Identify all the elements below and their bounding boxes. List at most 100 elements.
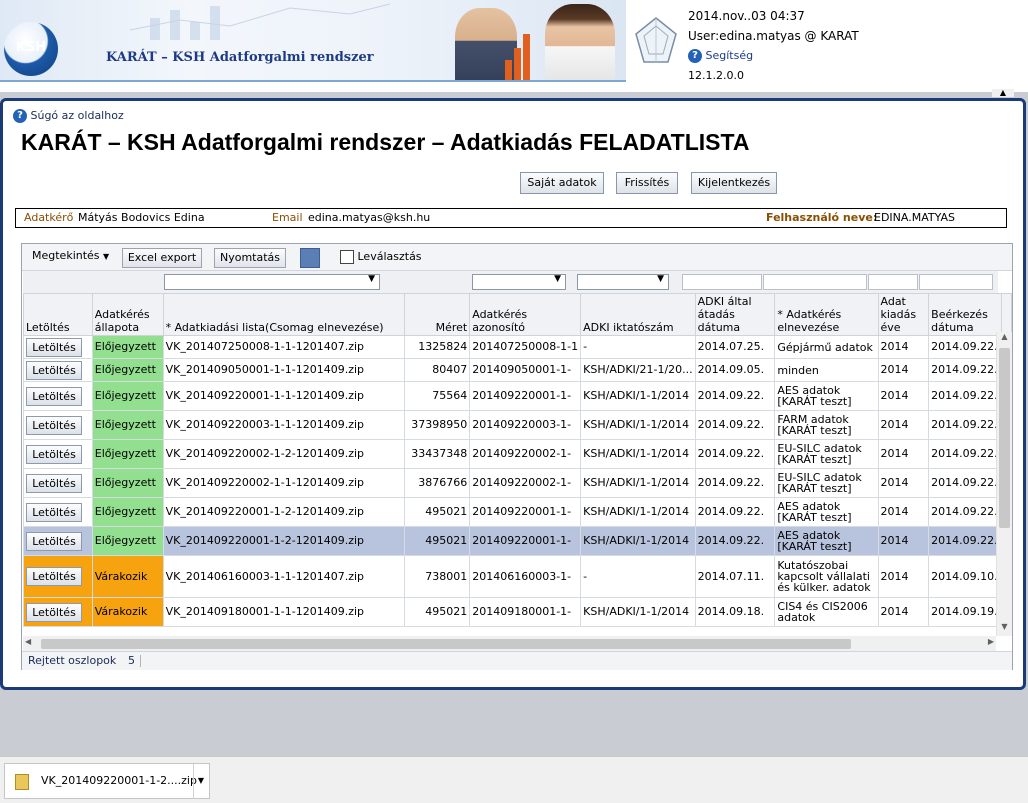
view-menu[interactable]: Megtekintés ▼ [32, 249, 109, 262]
download-button[interactable]: Letöltés [26, 337, 82, 357]
excel-export-button[interactable]: Excel export [122, 248, 202, 268]
download-cell: Letöltés [23, 358, 93, 382]
handover-cell: 2014.09.22. [694, 497, 776, 527]
handover-cell: 2014.07.11. [694, 555, 776, 598]
request-id-cell: 201409220001-1- [469, 526, 582, 556]
detach-button[interactable]: Leválasztás [340, 250, 422, 264]
download-button[interactable]: Letöltés [26, 531, 82, 551]
scroll-up-arrow-icon[interactable]: ▲ [992, 89, 1014, 97]
adki-cell: KSH/ADKI/1-1/2014 [580, 439, 696, 469]
handover-filter-input[interactable] [682, 274, 762, 290]
table-header-row: Letöltés Adatkérés állapota * Adatkiadás… [23, 293, 1012, 336]
col-header-status[interactable]: Adatkérés állapota [91, 293, 164, 336]
requester-value: Mátyás Bodovics Edina [78, 211, 205, 224]
arrival-cell: 2014.09.22. [928, 410, 1003, 440]
request-id-filter-select[interactable]: ▼ [472, 274, 566, 290]
adki-cell: KSH/ADKI/1-1/2014 [580, 597, 696, 627]
download-menu-chevron-icon[interactable]: ▼ [193, 764, 208, 798]
hidden-columns-count[interactable]: 5 [128, 652, 135, 670]
request-name-cell: Kutatószobai kapcsolt vállalati és külke… [774, 555, 879, 598]
banner-title: KARÁT – KSH Adatforgalmi rendszer [106, 50, 374, 65]
size-cell: 495021 [404, 597, 471, 627]
handover-cell: 2014.07.25. [694, 335, 776, 359]
download-button[interactable]: Letöltés [26, 473, 82, 493]
adki-cell: KSH/ADKI/1-1/2014 [580, 526, 696, 556]
package-cell: VK_201409220002-1-2-1201409.zip [162, 439, 406, 469]
logout-button[interactable]: Kijelentkezés [691, 172, 777, 194]
status-cell: Várakozik [91, 597, 164, 627]
download-button[interactable]: Letöltés [26, 415, 82, 435]
banner: KSH KARÁT – KSH Adatforgalmi rendszer [0, 0, 626, 82]
adki-cell: KSH/ADKI/21-1/20... [580, 358, 696, 382]
package-cell: VK_201409220002-1-1-1201409.zip [162, 468, 406, 498]
arrival-cell: 2014.09.22. [928, 497, 1003, 527]
year-cell: 2014 [877, 555, 930, 598]
table-row[interactable]: Letöltés Várakozik VK_201406160003-1-1-120… [23, 555, 1012, 598]
vertical-scrollbar[interactable]: ▲ ▼ [996, 332, 1012, 636]
username-value: EDINA.MATYAS [874, 211, 955, 224]
download-button[interactable]: Letöltés [26, 360, 82, 380]
adki-filter-select[interactable]: ▼ [577, 274, 669, 290]
scroll-right-icon[interactable]: ▶ [988, 637, 994, 646]
user-label: User:edina.matyas @ KARAT [688, 29, 859, 43]
freeze-columns-icon[interactable] [300, 248, 320, 268]
download-item[interactable]: VK_201409220001-1-2....zip ▼ [4, 763, 210, 799]
request-id-cell: 201409180001-1- [469, 597, 582, 627]
page-help-link[interactable]: ? Súgó az oldalhoz [13, 109, 124, 123]
download-button[interactable]: Letöltés [26, 502, 82, 522]
table-row[interactable]: Letöltés Előjegyzett VK_201409220001-1-1-1… [23, 381, 1012, 411]
package-cell: VK_201409220001-1-2-1201409.zip [162, 497, 406, 527]
col-header-request-name[interactable]: * Adatkérés elnevezése [774, 293, 879, 336]
table-row[interactable]: Letöltés Előjegyzett VK_201409050001-1-1-1… [23, 358, 1012, 382]
col-header-arrival[interactable]: Beérkezés dátuma [928, 293, 1003, 336]
package-filter-select[interactable]: ▼ [164, 274, 380, 290]
arrival-cell: 2014.09.22. [928, 526, 1003, 556]
dropdown-arrow-icon: ▼ [554, 274, 561, 284]
table-row[interactable]: Letöltés Előjegyzett VK_201409220003-1-1-1… [23, 410, 1012, 440]
col-header-request-id[interactable]: Adatkérés azonosító [469, 293, 582, 336]
arrival-cell: 2014.09.22. [928, 381, 1003, 411]
col-header-year[interactable]: Adat kiadás éve [877, 293, 930, 336]
col-header-size[interactable]: Méret [404, 293, 471, 336]
year-filter-input[interactable] [868, 274, 918, 290]
page-title: KARÁT – KSH Adatforgalmi rendszer – Adat… [21, 129, 750, 155]
download-button[interactable]: Letöltés [26, 444, 82, 464]
adki-cell: KSH/ADKI/1-1/2014 [580, 410, 696, 440]
detach-icon [340, 250, 354, 264]
table-row[interactable]: Letöltés Előjegyzett VK_201407250008-1-1-1… [23, 335, 1012, 359]
handover-cell: 2014.09.18. [694, 597, 776, 627]
request-id-cell: 201407250008-1-1 [469, 335, 582, 359]
table-row[interactable]: Letöltés Előjegyzett VK_201409220002-1-2-1… [23, 439, 1012, 469]
package-cell: VK_201406160003-1-1-1201407.zip [162, 555, 406, 598]
status-cell: Várakozik [91, 555, 164, 598]
download-button[interactable]: Letöltés [26, 567, 82, 586]
col-header-download[interactable]: Letöltés [23, 293, 93, 336]
refresh-button[interactable]: Frissítés [616, 172, 678, 194]
own-data-button[interactable]: Saját adatok [520, 172, 604, 194]
download-button[interactable]: Letöltés [26, 386, 82, 406]
horizontal-scrollbar[interactable]: ◀ ▶ [23, 636, 996, 651]
request-name-cell: FARM adatok [KARÁT teszt] [774, 410, 879, 440]
help-link[interactable]: ? Segítség [688, 46, 859, 66]
scroll-left-icon[interactable]: ◀ [25, 637, 31, 646]
grid-footer: Rejtett oszlopok 5 [22, 651, 1012, 670]
request-name-filter-input[interactable] [763, 274, 867, 290]
table-row[interactable]: Letöltés Előjegyzett VK_201409220002-1-1-1… [23, 468, 1012, 498]
col-header-adki[interactable]: ADKI iktatószám [580, 293, 696, 336]
scroll-up-icon[interactable]: ▲ [997, 332, 1012, 346]
col-header-package[interactable]: * Adatkiadási lista(Csomag elnevezése) [162, 293, 406, 336]
table-row[interactable]: Letöltés Előjegyzett VK_201409220001-1-2-1… [23, 497, 1012, 527]
download-button[interactable]: Letöltés [26, 602, 82, 622]
col-header-handover[interactable]: ADKI által átadás dátuma [694, 293, 776, 336]
status-cell: Előjegyzett [91, 468, 164, 498]
scroll-down-icon[interactable]: ▼ [997, 622, 1012, 636]
arrival-filter-input[interactable] [919, 274, 993, 290]
vertical-scroll-thumb[interactable] [999, 348, 1010, 528]
request-id-cell: 201409220001-1- [469, 497, 582, 527]
table-row[interactable]: Letöltés Előjegyzett VK_201409220001-1-2-1… [23, 526, 1012, 556]
handover-cell: 2014.09.22. [694, 526, 776, 556]
help-icon: ? [688, 49, 702, 63]
print-button[interactable]: Nyomtatás [214, 248, 286, 268]
table-row[interactable]: Letöltés Várakozik VK_201409180001-1-1-120… [23, 597, 1012, 627]
horizontal-scroll-thumb[interactable] [41, 639, 851, 649]
